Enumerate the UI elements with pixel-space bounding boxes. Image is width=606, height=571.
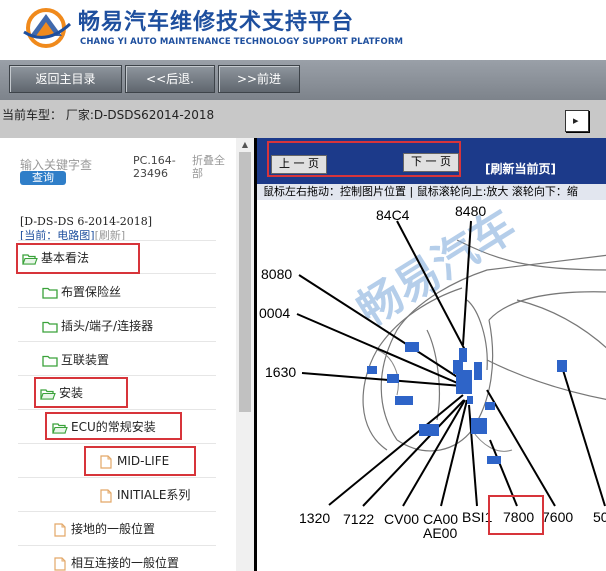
- highlight-box: [267, 141, 461, 177]
- tree-item-ground-locations[interactable]: 接地的一般位置: [54, 517, 155, 541]
- document-icon: [100, 488, 112, 503]
- app-subtitle: CHANG YI AUTO MAINTENANCE TECHNOLOGY SUP…: [80, 37, 404, 47]
- app-header: 畅易汽车维修技术支持平台 CHANG YI AUTO MAINTENANCE T…: [0, 0, 606, 60]
- diagram-label: 1630: [265, 364, 296, 380]
- highlight-box: [34, 377, 128, 408]
- tree-item-label: INITIALE系列: [117, 488, 191, 502]
- current-model-bar: 当前车型： 厂家:D-DSDS62014-2018: [0, 100, 606, 138]
- sidebar: 输入关键字查 查询 PC.164-23496 折叠全部 [D-DS-DS 6-2…: [0, 138, 236, 571]
- diagram-label: 7122: [343, 511, 374, 527]
- home-button[interactable]: 返回主目录: [9, 65, 122, 93]
- logo-icon: [23, 8, 72, 48]
- back-button[interactable]: <<后退.: [125, 65, 215, 93]
- tree-item-label: 插头/端子/连接器: [61, 319, 154, 333]
- diagram-label: 8480: [455, 203, 486, 219]
- tree-item-fuse-layout[interactable]: 布置保险丝: [42, 280, 121, 304]
- tree-item-label: 布置保险丝: [61, 285, 122, 299]
- highlight-box: [84, 446, 196, 476]
- wiring-location-diagram[interactable]: 畅易汽车 84C4 8480 8080 0004 1630 1320 7122 …: [257, 200, 606, 571]
- folder-icon: [42, 287, 58, 299]
- current-model-text: 当前车型： 厂家:D-DSDS62014-2018: [2, 108, 215, 122]
- tree-item-connectors[interactable]: 插头/端子/连接器: [42, 314, 153, 338]
- app-title: 畅易汽车维修技术支持平台: [78, 10, 355, 35]
- folder-icon: [42, 321, 58, 333]
- expand-panel-button[interactable]: ▸: [565, 110, 589, 132]
- refresh-page-button[interactable]: [刷新当前页]: [485, 160, 556, 177]
- diagram-label: BSI1: [462, 509, 493, 525]
- diagram-label: 8080: [261, 266, 292, 282]
- tree-item-initiale[interactable]: INITIALE系列: [100, 483, 190, 507]
- diagram-label: 7600: [542, 509, 573, 525]
- divider: [18, 511, 216, 512]
- diagram-label: 7800: [503, 509, 534, 525]
- divider: [18, 409, 216, 410]
- divider: [18, 375, 216, 376]
- highlight-box: [45, 412, 182, 440]
- tree-item-label: 接地的一般位置: [71, 522, 156, 536]
- sidebar-scrollbar[interactable]: ▲: [236, 138, 254, 571]
- divider: [18, 240, 216, 241]
- tree-item-interconnect-locations[interactable]: 相互连接的一般位置: [54, 551, 179, 571]
- divider: [18, 545, 216, 546]
- diagram-label: 1320: [299, 510, 330, 526]
- divider: [18, 307, 216, 308]
- expand-arrow-icon: ▸: [573, 114, 579, 127]
- diagram-label: 50: [593, 509, 606, 525]
- scroll-up-icon[interactable]: ▲: [236, 138, 254, 152]
- folder-icon: [42, 355, 58, 367]
- pc-code-label: PC.164-23496: [133, 154, 176, 180]
- divider: [18, 443, 216, 444]
- tree-item-label: 互联装置: [61, 353, 110, 367]
- highlight-box: [16, 243, 140, 274]
- diagram-viewer: 上 一 页 下 一 页 [刷新当前页] 鼠标左右拖动：控制图片位置 | 鼠标滚轮…: [254, 138, 606, 571]
- collapse-all-link[interactable]: 折叠全部: [192, 154, 228, 180]
- search-button[interactable]: 查询: [20, 171, 66, 185]
- mouse-hint-bar: 鼠标左右拖动：控制图片位置 | 鼠标滚轮向上:放大 滚轮向下：缩: [257, 184, 606, 200]
- divider: [18, 341, 216, 342]
- diagram-label: 84C4: [376, 207, 410, 223]
- main-toolbar: 返回主目录 <<后退. >>前进: [0, 60, 606, 100]
- page-nav-bar: 上 一 页 下 一 页 [刷新当前页]: [257, 138, 606, 184]
- component-markers: [367, 342, 567, 464]
- forward-button[interactable]: >>前进: [218, 65, 300, 93]
- divider: [18, 477, 216, 478]
- diagram-label: 0004: [259, 305, 290, 321]
- document-icon: [54, 556, 66, 571]
- tree-item-interconnect[interactable]: 互联装置: [42, 348, 109, 372]
- scrollbar-thumb[interactable]: [239, 152, 251, 412]
- document-icon: [54, 522, 66, 537]
- tree-item-label: 相互连接的一般位置: [71, 556, 180, 570]
- diagram-label: AE00: [423, 525, 457, 541]
- diagram-label: CV00: [384, 511, 419, 527]
